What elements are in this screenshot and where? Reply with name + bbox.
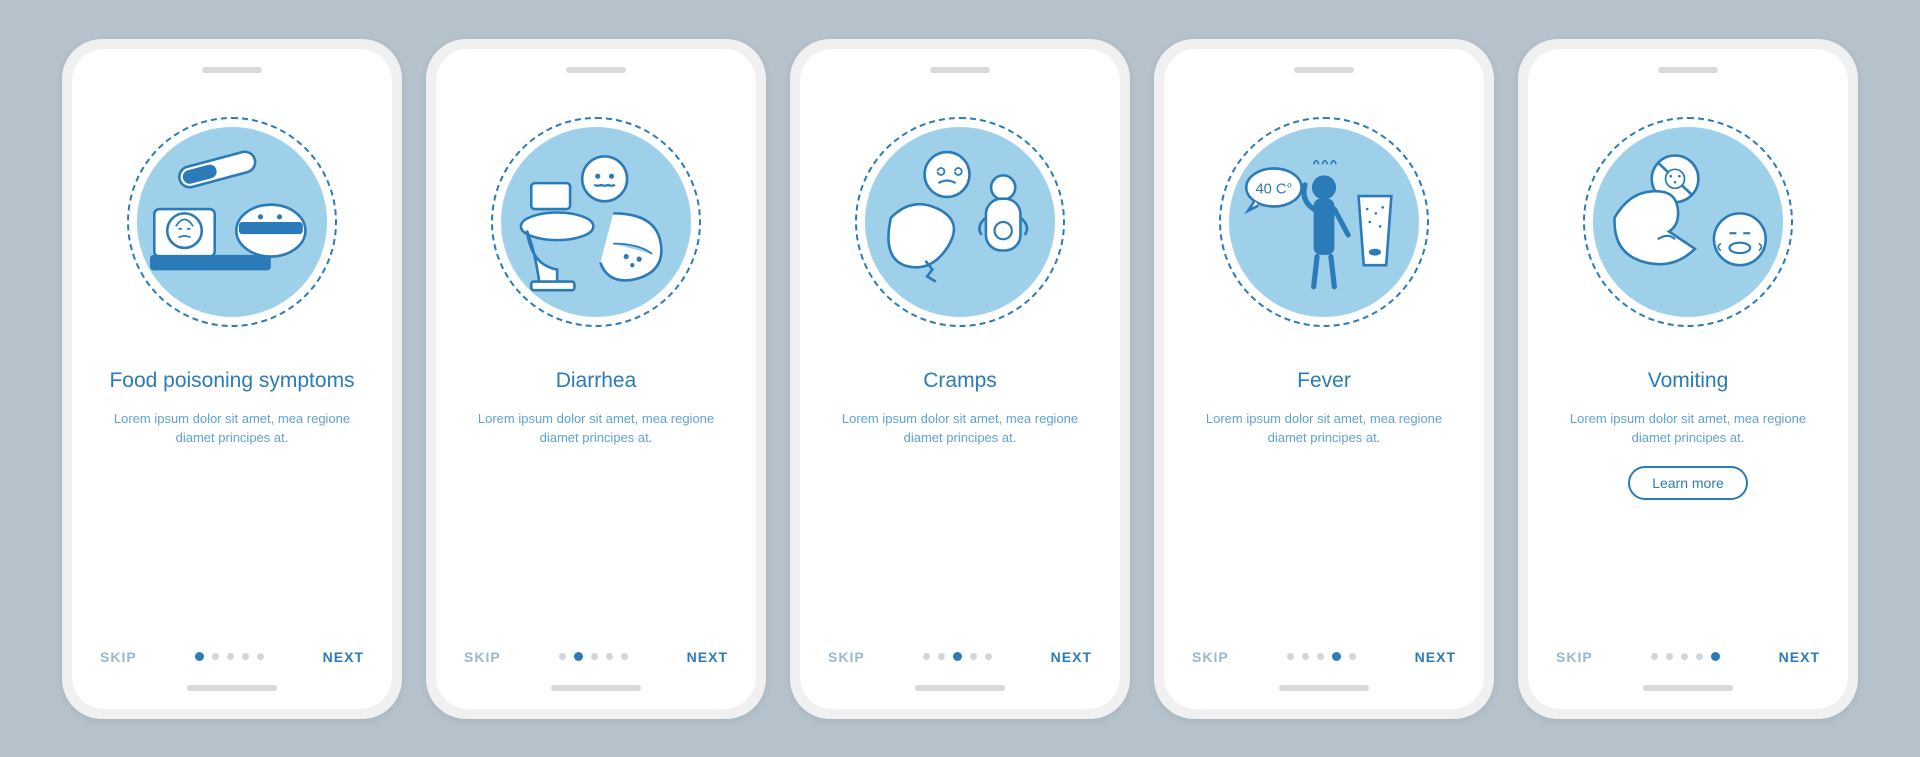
phone-speaker: [202, 67, 262, 73]
illustration: [460, 97, 732, 347]
next-button[interactable]: NEXT: [687, 649, 728, 665]
dot[interactable]: [1651, 653, 1658, 660]
skip-button[interactable]: SKIP: [1556, 649, 1593, 665]
dot[interactable]: [212, 653, 219, 660]
dot[interactable]: [1302, 653, 1309, 660]
next-button[interactable]: NEXT: [1779, 649, 1820, 665]
illustration: 40 C°: [1188, 97, 1460, 347]
dot[interactable]: [1696, 653, 1703, 660]
dot[interactable]: [242, 653, 249, 660]
home-indicator: [551, 685, 641, 691]
phone-frame: Cramps Lorem ipsum dolor sit amet, mea r…: [790, 39, 1130, 719]
page-dots: [195, 653, 264, 661]
dot[interactable]: [953, 652, 962, 661]
nav-bar: SKIP NEXT: [460, 649, 732, 673]
stomach-pain-icon: [865, 137, 1055, 307]
next-button[interactable]: NEXT: [323, 649, 364, 665]
dot[interactable]: [1681, 653, 1688, 660]
screen-title: Vomiting: [1552, 367, 1824, 395]
page-dots: [923, 653, 992, 661]
content: Diarrhea Lorem ipsum dolor sit amet, mea…: [460, 347, 732, 649]
content: Fever Lorem ipsum dolor sit amet, mea re…: [1188, 347, 1460, 649]
dot[interactable]: [559, 653, 566, 660]
content: Food poisoning symptoms Lorem ipsum dolo…: [96, 347, 368, 649]
phone-screen: 40 C° Fever: [1164, 49, 1484, 709]
page-dots: [1651, 653, 1720, 661]
onboarding-screens-row: Food poisoning symptoms Lorem ipsum dolo…: [22, 9, 1898, 749]
dot[interactable]: [195, 652, 204, 661]
phone-screen: Diarrhea Lorem ipsum dolor sit amet, mea…: [436, 49, 756, 709]
phone-screen: Cramps Lorem ipsum dolor sit amet, mea r…: [800, 49, 1120, 709]
phone-frame: Vomiting Lorem ipsum dolor sit amet, mea…: [1518, 39, 1858, 719]
illustration: [824, 97, 1096, 347]
sick-person-bed-icon: [137, 142, 327, 302]
home-indicator: [1279, 685, 1369, 691]
page-dots: [1287, 653, 1356, 661]
dot[interactable]: [1287, 653, 1294, 660]
illustration-circle: [137, 127, 327, 317]
home-indicator: [187, 685, 277, 691]
dot[interactable]: [985, 653, 992, 660]
nav-bar: SKIP NEXT: [1552, 649, 1824, 673]
skip-button[interactable]: SKIP: [1192, 649, 1229, 665]
dot[interactable]: [227, 653, 234, 660]
phone-frame: 40 C° Fever: [1154, 39, 1494, 719]
dot[interactable]: [257, 653, 264, 660]
home-indicator: [915, 685, 1005, 691]
next-button[interactable]: NEXT: [1051, 649, 1092, 665]
skip-button[interactable]: SKIP: [100, 649, 137, 665]
dot[interactable]: [1332, 652, 1341, 661]
nav-bar: SKIP NEXT: [1188, 649, 1460, 673]
dot[interactable]: [1666, 653, 1673, 660]
content: Vomiting Lorem ipsum dolor sit amet, mea…: [1552, 347, 1824, 649]
screen-title: Fever: [1188, 367, 1460, 395]
illustration: [96, 97, 368, 347]
screen-title: Diarrhea: [460, 367, 732, 395]
dot[interactable]: [923, 653, 930, 660]
phone-speaker: [930, 67, 990, 73]
dot[interactable]: [1711, 652, 1720, 661]
dot[interactable]: [1317, 653, 1324, 660]
toilet-icon: [501, 137, 691, 307]
nav-bar: SKIP NEXT: [824, 649, 1096, 673]
temperature-label: 40 C°: [1255, 181, 1292, 197]
illustration: [1552, 97, 1824, 347]
skip-button[interactable]: SKIP: [828, 649, 865, 665]
screen-description: Lorem ipsum dolor sit amet, mea regione …: [1552, 409, 1824, 448]
content: Cramps Lorem ipsum dolor sit amet, mea r…: [824, 347, 1096, 649]
dot[interactable]: [1349, 653, 1356, 660]
nausea-icon: [1593, 137, 1783, 307]
phone-frame: Food poisoning symptoms Lorem ipsum dolo…: [62, 39, 402, 719]
page-dots: [559, 653, 628, 661]
nav-bar: SKIP NEXT: [96, 649, 368, 673]
dot[interactable]: [591, 653, 598, 660]
dot[interactable]: [621, 653, 628, 660]
phone-frame: Diarrhea Lorem ipsum dolor sit amet, mea…: [426, 39, 766, 719]
illustration-circle: [501, 127, 691, 317]
screen-title: Cramps: [824, 367, 1096, 395]
illustration-circle: [865, 127, 1055, 317]
dot[interactable]: [938, 653, 945, 660]
dot[interactable]: [606, 653, 613, 660]
skip-button[interactable]: SKIP: [464, 649, 501, 665]
screen-title: Food poisoning symptoms: [96, 367, 368, 395]
home-indicator: [1643, 685, 1733, 691]
illustration-circle: [1593, 127, 1783, 317]
phone-speaker: [566, 67, 626, 73]
phone-speaker: [1658, 67, 1718, 73]
screen-description: Lorem ipsum dolor sit amet, mea regione …: [1188, 409, 1460, 448]
phone-speaker: [1294, 67, 1354, 73]
phone-screen: Vomiting Lorem ipsum dolor sit amet, mea…: [1528, 49, 1848, 709]
dot[interactable]: [574, 652, 583, 661]
fever-temperature-icon: 40 C°: [1229, 137, 1419, 307]
next-button[interactable]: NEXT: [1415, 649, 1456, 665]
illustration-circle: 40 C°: [1229, 127, 1419, 317]
screen-description: Lorem ipsum dolor sit amet, mea regione …: [460, 409, 732, 448]
phone-screen: Food poisoning symptoms Lorem ipsum dolo…: [72, 49, 392, 709]
learn-more-button[interactable]: Learn more: [1628, 466, 1748, 500]
dot[interactable]: [970, 653, 977, 660]
screen-description: Lorem ipsum dolor sit amet, mea regione …: [824, 409, 1096, 448]
screen-description: Lorem ipsum dolor sit amet, mea regione …: [96, 409, 368, 448]
